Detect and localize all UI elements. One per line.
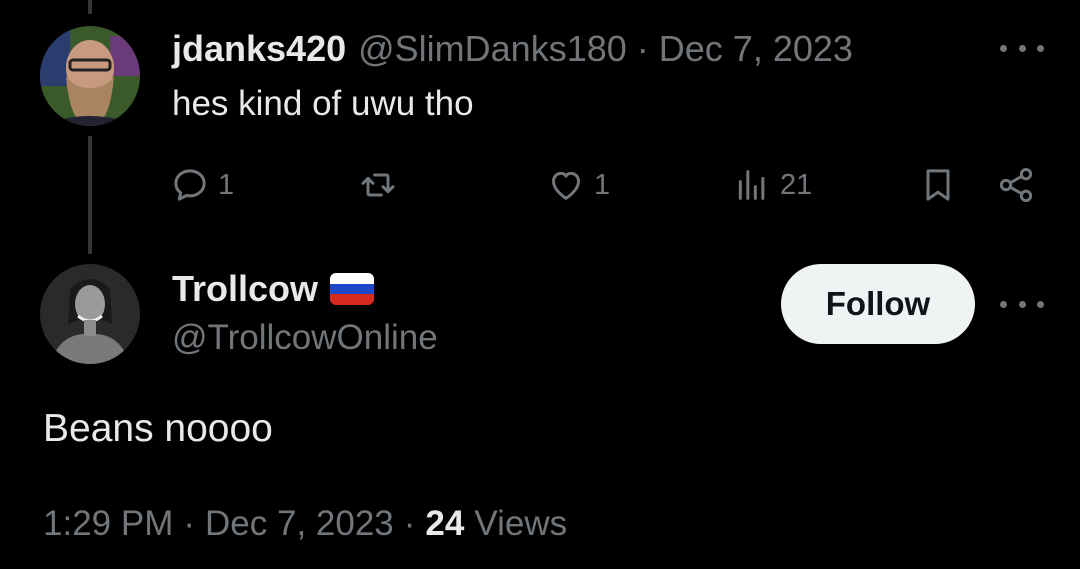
- like-button[interactable]: 1: [546, 160, 610, 210]
- heart-icon: [552, 171, 580, 200]
- author-handle[interactable]: @TrollcowOnline: [172, 316, 438, 360]
- reply-text: hes kind of uwu tho: [172, 84, 474, 123]
- separator-dot: ·: [403, 504, 416, 543]
- tweet-date[interactable]: Dec 7, 2023: [205, 502, 394, 546]
- follow-button[interactable]: Follow: [781, 264, 975, 344]
- reply-header: jdanks420 @SlimDanks180 · Dec 7, 2023: [172, 26, 853, 72]
- repost-button[interactable]: [358, 160, 406, 210]
- separator-dot: ·: [183, 504, 196, 543]
- bookmark-button[interactable]: [918, 160, 958, 210]
- repost-icon: [361, 173, 395, 197]
- like-count: 1: [594, 168, 611, 201]
- views-count: 21: [780, 168, 813, 201]
- tweet-text: Beans noooo: [43, 407, 273, 450]
- author-display-name[interactable]: Trollcow: [172, 268, 318, 310]
- comment-icon: [174, 169, 206, 201]
- reply-action-bar: 1 1 21: [0, 160, 1080, 210]
- russia-flag-icon: [330, 273, 375, 305]
- reply-handle[interactable]: @SlimDanks180: [358, 26, 627, 72]
- reply-display-name[interactable]: jdanks420: [172, 26, 346, 72]
- tweet-more-options-icon[interactable]: [1000, 294, 1044, 314]
- author-avatar[interactable]: [40, 264, 140, 364]
- tweet-meta: 1:29 PM · Dec 7, 2023 · 24 Views: [43, 502, 567, 546]
- reply-more-options-icon[interactable]: [1000, 38, 1044, 58]
- bookmark-icon: [926, 169, 950, 201]
- tweet-views-count[interactable]: 24: [425, 502, 464, 546]
- reply-date[interactable]: Dec 7, 2023: [659, 26, 853, 72]
- avatar-woman-portrait-icon: [40, 264, 140, 364]
- author-name-row: Trollcow: [172, 266, 375, 312]
- tweet-time[interactable]: 1:29 PM: [43, 502, 173, 546]
- thread-line-top: [88, 0, 92, 14]
- reply-avatar[interactable]: [40, 26, 140, 126]
- reply-button[interactable]: 1: [170, 160, 234, 210]
- tweet-views-label: Views: [474, 504, 568, 543]
- share-button[interactable]: [996, 160, 1036, 210]
- reply-count: 1: [218, 168, 235, 201]
- share-icon: [999, 168, 1033, 202]
- separator-dot: ·: [636, 28, 649, 69]
- analytics-bars-icon: [738, 170, 765, 200]
- avatar-bearded-man-icon: [40, 26, 140, 126]
- views-button[interactable]: 21: [732, 160, 812, 210]
